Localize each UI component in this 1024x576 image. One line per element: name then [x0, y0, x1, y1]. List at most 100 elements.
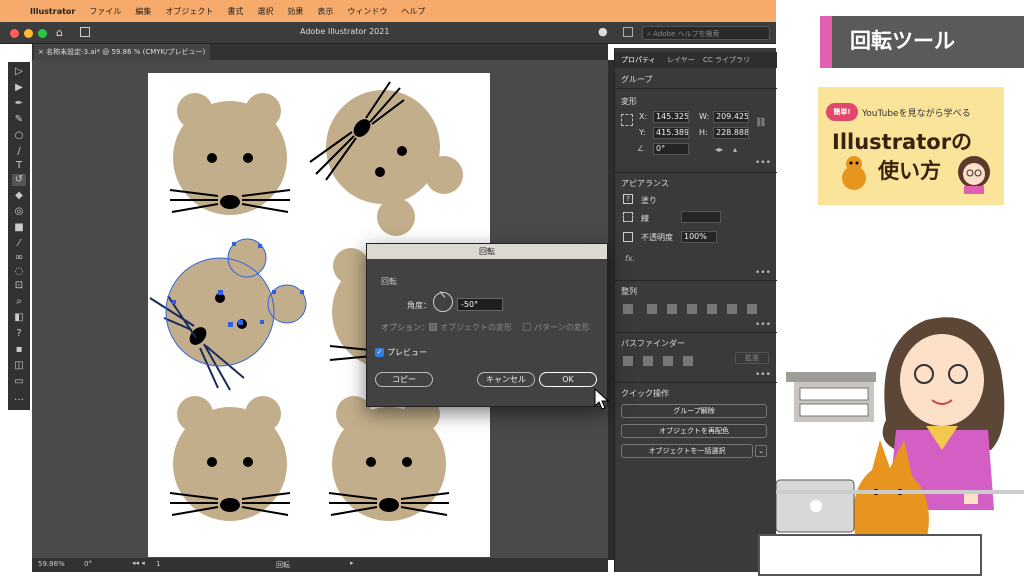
flip-vertical-icon[interactable]: ▴ [733, 145, 737, 154]
transform-objects-label: オブジェクトの変形 [440, 323, 512, 332]
align-section-title: 整列 [621, 287, 637, 296]
presenter-illustration [776, 317, 1005, 542]
symbol-sprayer-tool-icon[interactable]: ◌ [12, 266, 26, 278]
squirrel-mascot-icon [842, 156, 866, 190]
transform-section-title: 変形 [621, 97, 637, 106]
appearance-more-icon[interactable]: ••• [755, 268, 771, 278]
constrain-proportions-icon[interactable]: ⛓ [755, 118, 766, 128]
h-field[interactable]: 228.888 [713, 127, 749, 139]
copy-button[interactable]: コピー [375, 372, 433, 387]
panel-tab-bar: プロパティ レイヤー CC ライブラリ [615, 52, 777, 68]
pathfinder-more-icon[interactable]: ••• [755, 370, 771, 380]
direct-selection-tool-icon[interactable]: ▶ [12, 82, 26, 94]
artboard-number[interactable]: 1 [156, 560, 160, 568]
intersect-icon[interactable] [663, 356, 673, 366]
align-left-icon[interactable] [647, 304, 657, 314]
recolor-artwork-button[interactable]: オブジェクトを再配色 [621, 424, 767, 438]
ungroup-button[interactable]: グループ解除 [621, 404, 767, 418]
transform-objects-checkbox[interactable] [429, 323, 437, 331]
x-field[interactable]: 145.325 [653, 111, 689, 123]
options-label: オプション： [381, 323, 429, 332]
bear-face-selected[interactable] [149, 238, 307, 391]
fill-swatch-icon[interactable]: ? [623, 194, 633, 204]
select-same-button[interactable]: オブジェクトを一括選択 [621, 444, 753, 458]
eraser-tool-icon[interactable]: ◆ [12, 190, 26, 202]
help-icon[interactable]: ? [12, 328, 26, 340]
screen-mode-icon[interactable]: ▭ [12, 376, 26, 388]
y-label: Y: [639, 128, 646, 137]
more-tools-icon[interactable]: … [12, 392, 26, 404]
color-mode-icon[interactable]: ▪ [12, 344, 26, 356]
bear-face-top-right[interactable] [309, 81, 463, 236]
h-label: H: [699, 128, 708, 137]
tab-cc-libraries[interactable]: CC ライブラリ [703, 55, 750, 65]
angle-label: 角度： [407, 301, 431, 310]
tab-properties[interactable]: プロパティ [621, 55, 656, 65]
align-more-icon[interactable]: ••• [755, 320, 771, 330]
heading-accent-bar [820, 16, 832, 68]
pen-tool-icon[interactable]: ✒ [12, 98, 26, 110]
tab-layers[interactable]: レイヤー [667, 55, 695, 65]
align-center-icon[interactable] [667, 304, 677, 314]
rotate-dialog: 回転 回転 角度： -50° オプション： オブジェクトの変形 パターンの変形 … [366, 243, 608, 407]
tools-panel: ▷ ▶ ✒ ✎ ○ ∕ T ↺ ◆ ◎ ■ ⁄ ∞ ◌ ⊡ ⌕ ◧ ? ▪ ◫ … [8, 62, 30, 410]
character-face [900, 334, 984, 426]
reference-point-icon[interactable] [621, 114, 633, 126]
exclude-icon[interactable] [683, 356, 693, 366]
artboard-tool-icon[interactable]: ⊡ [12, 280, 26, 292]
shape-builder-tool-icon[interactable]: ◎ [12, 206, 26, 218]
cancel-button[interactable]: キャンセル [477, 372, 535, 387]
status-menu-icon[interactable]: ▸ [350, 559, 354, 567]
ok-button[interactable]: OK [539, 372, 597, 387]
zoom-tool-icon[interactable]: ⌕ [12, 296, 26, 308]
bear-face-top-left[interactable] [169, 93, 291, 215]
artboard-nav-icon[interactable]: ◂◂ ◂ [132, 559, 145, 567]
status-bar: 59.86% 0° ◂◂ ◂ 1 回転 ▸ [32, 558, 608, 572]
flip-horizontal-icon[interactable]: ◂▸ [715, 145, 723, 154]
align-middle-icon[interactable] [727, 304, 737, 314]
opacity-icon [623, 232, 633, 242]
align-to-icon[interactable] [623, 304, 633, 314]
opacity-label: 不透明度 [641, 233, 673, 242]
fx-button[interactable]: fx. [625, 254, 635, 263]
minus-front-icon[interactable] [643, 356, 653, 366]
preview-label: プレビュー [387, 348, 427, 357]
paintbrush-tool-icon[interactable]: ∕ [12, 146, 26, 158]
transform-patterns-label: パターンの変形 [534, 323, 590, 332]
stroke-swatch-icon[interactable] [623, 212, 633, 222]
eyedropper-tool-icon[interactable]: ⁄ [12, 238, 26, 250]
mouse-cursor-icon [594, 388, 610, 410]
w-field[interactable]: 209.425 [713, 111, 749, 123]
gradient-tool-icon[interactable]: ■ [12, 222, 26, 234]
draw-mode-icon[interactable]: ◫ [12, 360, 26, 372]
transform-patterns-checkbox[interactable] [523, 323, 531, 331]
transform-more-icon[interactable]: ••• [755, 158, 771, 168]
align-bottom-icon[interactable] [747, 304, 757, 314]
angle-input[interactable]: -50° [457, 298, 503, 311]
teacher-avatar-icon [958, 156, 990, 194]
stroke-weight-field[interactable] [681, 211, 721, 223]
blend-tool-icon[interactable]: ∞ [12, 252, 26, 264]
bear-face-bottom-left[interactable] [169, 396, 291, 521]
preview-checkbox[interactable]: ✓ [375, 348, 384, 357]
rotate-tool-icon[interactable]: ↺ [12, 174, 26, 186]
selection-tool-icon[interactable]: ▷ [12, 66, 26, 78]
rotate-angle-field[interactable]: 0° [653, 143, 689, 155]
zoom-level[interactable]: 59.86% [38, 560, 65, 568]
quick-actions-title: クイック操作 [621, 389, 669, 398]
y-field[interactable]: 415.389 [653, 127, 689, 139]
select-same-dropdown-icon[interactable]: ⌄ [755, 445, 767, 457]
angle-dial-icon[interactable] [433, 291, 453, 312]
type-tool-icon[interactable]: T [12, 160, 26, 172]
unite-icon[interactable] [623, 356, 633, 366]
curvature-tool-icon[interactable]: ✎ [12, 114, 26, 126]
opacity-field[interactable]: 100% [681, 231, 717, 243]
rotate-section-label: 回転 [381, 277, 397, 286]
align-right-icon[interactable] [687, 304, 697, 314]
fill-stroke-swatch-icon[interactable]: ◧ [12, 312, 26, 324]
rotation-angle-status[interactable]: 0° [84, 560, 92, 568]
align-top-icon[interactable] [707, 304, 717, 314]
bear-face-bottom-right[interactable] [328, 396, 450, 521]
expand-button[interactable]: 拡張 [735, 352, 769, 364]
ellipse-tool-icon[interactable]: ○ [12, 130, 26, 142]
